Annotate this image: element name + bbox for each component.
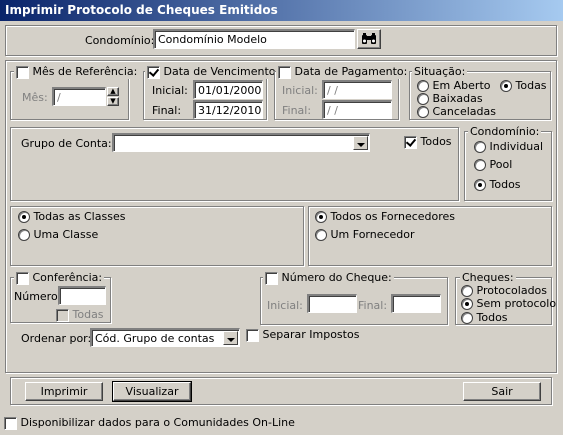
data-vencimento-legend: Data de Vencimento: (145, 65, 282, 79)
ordenar-select[interactable]: Cód. Grupo de contas (90, 328, 240, 347)
cheque-final-field[interactable] (391, 294, 441, 313)
condominio-pool-radio[interactable] (474, 159, 486, 171)
numero-cheque-checkbox[interactable] (265, 271, 278, 285)
spin-down-icon[interactable]: ▼ (107, 97, 119, 106)
cheques-sem-protocolo[interactable]: Sem protocolo (461, 297, 556, 310)
data-vencimento-checkbox[interactable] (147, 65, 160, 79)
mes-label: Mês: (22, 91, 48, 104)
cheque-final-label: Final: (358, 299, 388, 312)
grupo-conta-todos-checkbox[interactable] (404, 135, 417, 149)
condominio-pool[interactable]: Pool (474, 158, 512, 171)
vencimento-inicial-field[interactable]: 01/01/2000 (193, 80, 263, 99)
um-fornecedor[interactable]: Um Fornecedor (315, 228, 415, 241)
conferencia-numero-field[interactable] (58, 286, 106, 305)
cheques-protocolados-radio[interactable] (461, 285, 473, 297)
um-fornecedor-radio[interactable] (315, 229, 327, 241)
data-pagamento-checkbox[interactable] (278, 65, 291, 79)
grupo-conta-select[interactable] (112, 133, 370, 152)
binoculars-icon (362, 33, 376, 44)
grupo-conta-label: Grupo de Conta: (21, 137, 112, 150)
cheque-inicial-label: Inicial: (267, 299, 303, 312)
pagamento-final-label: Final: (282, 104, 312, 117)
imprimir-button[interactable]: Imprimir (25, 382, 103, 401)
situacao-todas-radio[interactable] (500, 80, 512, 92)
cheque-inicial-field[interactable] (307, 294, 357, 313)
conferencia-numero-label: Número: (14, 290, 62, 303)
situacao-todas[interactable]: Todas (500, 79, 547, 92)
situacao-baixadas[interactable]: Baixadas (417, 92, 483, 105)
cheques-protocolados[interactable]: Protocolados (461, 284, 547, 297)
pagamento-final-field[interactable]: / / (322, 100, 392, 119)
condominio-field[interactable]: Condomínio Modelo (153, 29, 355, 49)
disponibilizar-checkbox[interactable] (4, 416, 17, 430)
uma-classe-radio[interactable] (18, 229, 30, 241)
sair-button[interactable]: Sair (463, 382, 541, 401)
data-pagamento-legend: Data de Pagamento: (276, 65, 410, 79)
cheques-sem-protocolo-radio[interactable] (461, 298, 473, 310)
uma-classe[interactable]: Uma Classe (18, 228, 98, 241)
situacao-legend: Situação: (412, 65, 468, 78)
condominio-individual[interactable]: Individual (474, 140, 543, 153)
cheques-todos-radio[interactable] (461, 312, 473, 324)
vencimento-final-label: Final: (152, 104, 182, 117)
window-title: Imprimir Protocolo de Cheques Emitidos (0, 0, 563, 21)
condominio-opcoes-legend: Condomínio: (468, 125, 542, 138)
condominio-todos[interactable]: Todos (474, 178, 521, 191)
pagamento-inicial-field[interactable]: / / (322, 80, 392, 99)
conferencia-todas[interactable]: Todas (56, 308, 104, 322)
condominio-label: Condomínio: (85, 34, 155, 47)
todas-classes-radio[interactable] (18, 211, 30, 223)
situacao-em-aberto-radio[interactable] (417, 80, 429, 92)
separar-impostos[interactable]: Separar Impostos (246, 328, 359, 342)
binoculars-button[interactable] (357, 29, 381, 49)
conferencia-todas-checkbox[interactable] (56, 308, 69, 322)
spin-up-icon[interactable]: ▲ (107, 87, 119, 96)
todas-classes[interactable]: Todas as Classes (18, 210, 125, 223)
situacao-baixadas-radio[interactable] (417, 93, 429, 105)
conferencia-legend: Conferência: (14, 271, 105, 285)
separar-impostos-checkbox[interactable] (246, 328, 259, 342)
mes-referencia-legend: Mês de Referência: (14, 65, 140, 79)
situacao-em-aberto[interactable]: Em Aberto (417, 79, 491, 92)
condominio-individual-radio[interactable] (474, 141, 486, 153)
condominio-todos-radio[interactable] (474, 179, 486, 191)
situacao-canceladas[interactable]: Canceladas (417, 105, 496, 118)
todos-fornecedores-radio[interactable] (315, 211, 327, 223)
cheques-todos[interactable]: Todos (461, 311, 508, 324)
vencimento-final-field[interactable]: 31/12/2010 (193, 100, 263, 119)
vencimento-inicial-label: Inicial: (152, 84, 188, 97)
mes-field[interactable]: / (52, 87, 106, 106)
todos-fornecedores[interactable]: Todos os Fornecedores (315, 210, 455, 223)
chevron-down-icon[interactable] (353, 136, 368, 150)
mes-spinner[interactable]: ▲ ▼ (107, 87, 119, 106)
conferencia-checkbox[interactable] (16, 271, 29, 285)
cheques-legend: Cheques: (460, 271, 516, 284)
ordenar-label: Ordenar por: (21, 332, 92, 345)
chevron-down-icon[interactable] (223, 331, 238, 345)
situacao-canceladas-radio[interactable] (417, 106, 429, 118)
pagamento-inicial-label: Inicial: (282, 84, 318, 97)
numero-cheque-legend: Número do Cheque: (263, 271, 394, 285)
visualizar-button[interactable]: Visualizar (112, 381, 192, 402)
disponibilizar[interactable]: Disponibilizar dados para o Comunidades … (4, 416, 295, 430)
grupo-conta-todos[interactable]: Todos (404, 135, 452, 149)
mes-referencia-checkbox[interactable] (16, 65, 29, 79)
